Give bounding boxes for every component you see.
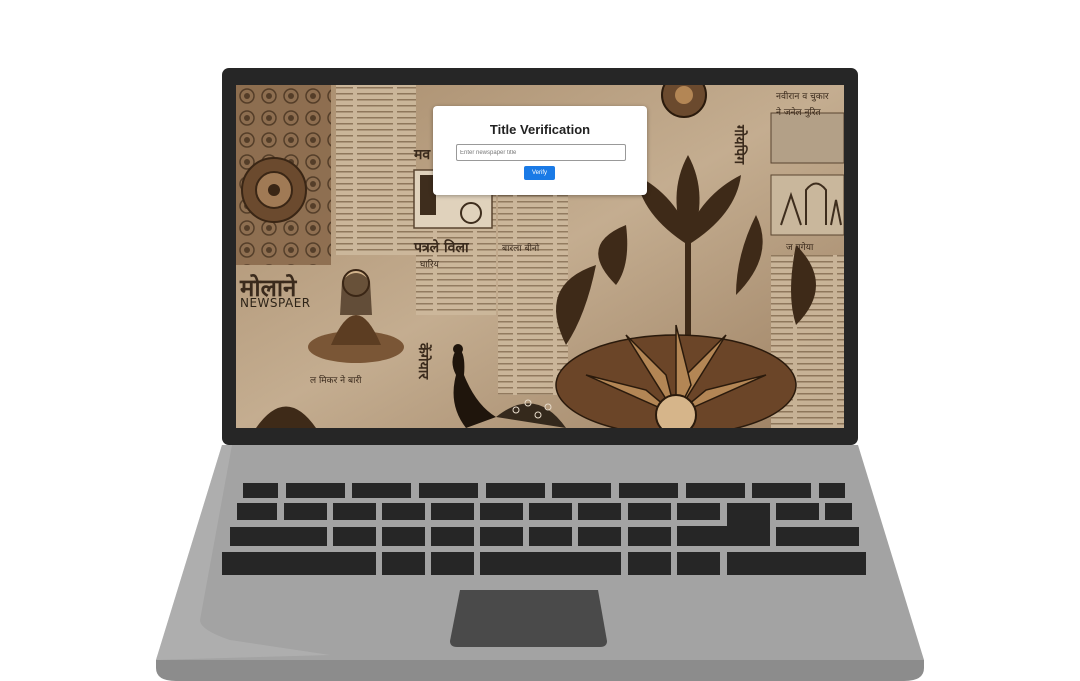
key[interactable] bbox=[230, 527, 327, 546]
newspaper-title-input[interactable] bbox=[456, 144, 626, 161]
key[interactable] bbox=[431, 527, 474, 546]
wallpaper-masthead-latin: NEWSPAER bbox=[240, 296, 311, 310]
key[interactable] bbox=[727, 552, 866, 575]
key[interactable] bbox=[382, 552, 425, 575]
key[interactable] bbox=[686, 483, 745, 498]
wallpaper-caption-right: ज बगेया bbox=[786, 243, 814, 253]
key[interactable] bbox=[480, 503, 523, 520]
key[interactable] bbox=[333, 503, 376, 520]
key[interactable] bbox=[578, 503, 621, 520]
dialog-title: Title Verification bbox=[489, 122, 591, 137]
key[interactable] bbox=[382, 527, 425, 546]
key[interactable] bbox=[825, 503, 852, 520]
key[interactable] bbox=[619, 483, 678, 498]
key[interactable] bbox=[237, 503, 277, 520]
laptop-base-edge bbox=[156, 660, 924, 681]
wallpaper-right-column: गोयपिग bbox=[731, 125, 747, 165]
key[interactable] bbox=[776, 503, 819, 520]
key[interactable] bbox=[677, 503, 720, 520]
key[interactable] bbox=[480, 527, 523, 546]
key[interactable] bbox=[222, 552, 376, 575]
key[interactable] bbox=[552, 483, 611, 498]
screen: मोलाने NEWSPAER पत्रले विला घारिय नवीरान… bbox=[236, 85, 844, 428]
wallpaper-headline: पत्रले विला bbox=[414, 240, 469, 256]
key[interactable] bbox=[529, 527, 572, 546]
spacebar[interactable] bbox=[480, 552, 621, 575]
key[interactable] bbox=[628, 503, 671, 520]
key[interactable] bbox=[431, 503, 474, 520]
wallpaper-top-right: नवीरान व चुकार bbox=[776, 92, 829, 102]
key[interactable] bbox=[419, 483, 478, 498]
title-verification-dialog: Title Verification Verify bbox=[433, 106, 647, 195]
key[interactable] bbox=[486, 483, 545, 498]
key[interactable] bbox=[431, 552, 474, 575]
key[interactable] bbox=[243, 483, 278, 498]
key[interactable] bbox=[628, 552, 671, 575]
wallpaper-subheadline: घारिय bbox=[420, 260, 439, 270]
key[interactable] bbox=[677, 552, 720, 575]
key[interactable] bbox=[382, 503, 425, 520]
key[interactable] bbox=[628, 527, 671, 546]
trackpad[interactable] bbox=[450, 590, 607, 647]
wallpaper-small-left: मव bbox=[414, 147, 431, 163]
key[interactable] bbox=[578, 527, 621, 546]
key[interactable] bbox=[286, 483, 345, 498]
key[interactable] bbox=[776, 527, 859, 546]
key[interactable] bbox=[333, 527, 376, 546]
key[interactable] bbox=[752, 483, 811, 498]
wallpaper-lower-left: ल मिकर ने बारी bbox=[310, 376, 362, 386]
wallpaper-peacock-text: केंगेयार bbox=[415, 343, 431, 380]
wallpaper-caption-mid: बारला बीनो bbox=[502, 244, 540, 254]
keyboard bbox=[222, 483, 866, 575]
verify-button[interactable]: Verify bbox=[524, 166, 555, 180]
key[interactable] bbox=[529, 503, 572, 520]
wallpaper-top-right-2: ने जनेल नुरित bbox=[776, 108, 821, 118]
key[interactable] bbox=[352, 483, 411, 498]
key[interactable] bbox=[284, 503, 327, 520]
key[interactable] bbox=[819, 483, 845, 498]
